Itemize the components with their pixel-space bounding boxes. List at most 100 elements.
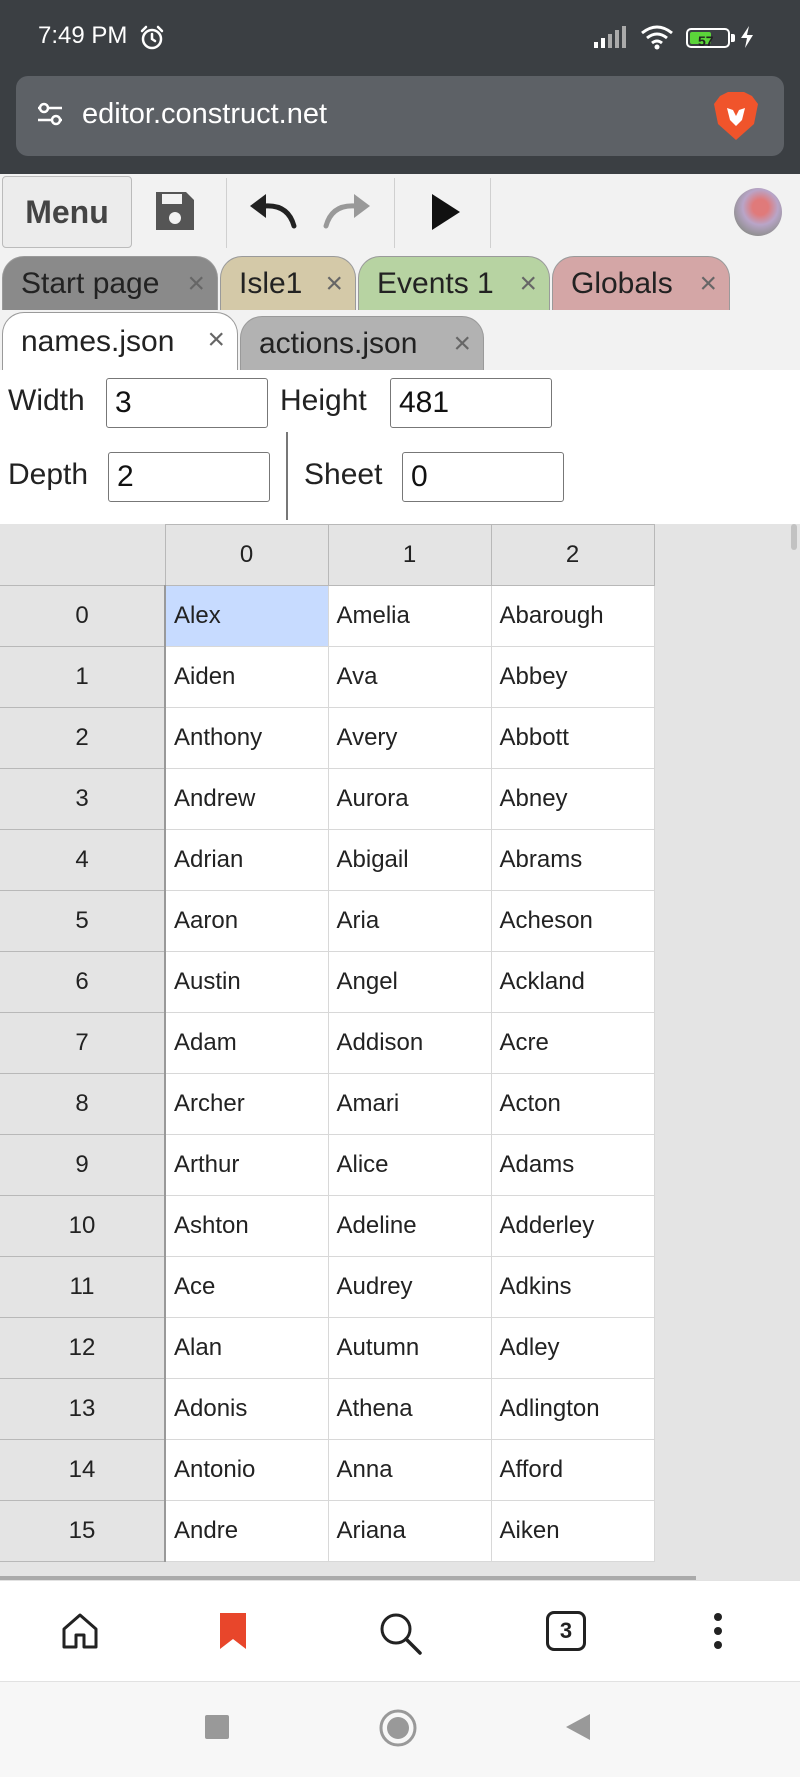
grid-cell[interactable]: Adlington bbox=[490, 1378, 655, 1440]
grid-cell[interactable]: Ackland bbox=[490, 951, 655, 1013]
grid-cell[interactable]: Archer bbox=[164, 1073, 329, 1135]
sheet-field[interactable] bbox=[402, 452, 564, 502]
close-icon[interactable]: × bbox=[699, 267, 717, 301]
grid-cell[interactable]: Adeline bbox=[327, 1195, 492, 1257]
address-bar[interactable]: editor.construct.net bbox=[16, 76, 784, 156]
grid-cell[interactable]: Aiken bbox=[490, 1500, 655, 1562]
grid-cell[interactable]: Afford bbox=[490, 1439, 655, 1501]
column-header[interactable]: 2 bbox=[490, 524, 655, 586]
grid-cell[interactable]: Acton bbox=[490, 1073, 655, 1135]
grid-cell[interactable]: Abarough bbox=[490, 585, 655, 647]
grid-cell[interactable]: Adley bbox=[490, 1317, 655, 1379]
grid-cell[interactable]: Andre bbox=[164, 1500, 329, 1562]
avatar[interactable] bbox=[734, 188, 782, 236]
grid-cell[interactable]: Abrams bbox=[490, 829, 655, 891]
grid-cell[interactable]: Aurora bbox=[327, 768, 492, 830]
grid-cell[interactable]: Ava bbox=[327, 646, 492, 708]
row-header[interactable]: 14 bbox=[0, 1439, 166, 1501]
grid-cell[interactable]: Austin bbox=[164, 951, 329, 1013]
grid-cell[interactable]: Adonis bbox=[164, 1378, 329, 1440]
tab-actions-json[interactable]: actions.json × bbox=[240, 316, 484, 370]
close-icon[interactable]: × bbox=[325, 267, 343, 301]
home-icon[interactable] bbox=[60, 1611, 100, 1656]
row-header[interactable]: 8 bbox=[0, 1073, 166, 1135]
depth-field[interactable] bbox=[108, 452, 270, 502]
menu-button[interactable]: Menu bbox=[2, 176, 132, 248]
tabs-icon[interactable]: 3 bbox=[546, 1611, 586, 1651]
search-icon[interactable] bbox=[378, 1611, 422, 1660]
row-header[interactable]: 0 bbox=[0, 585, 166, 647]
grid-cell[interactable]: Abbey bbox=[490, 646, 655, 708]
close-icon[interactable]: × bbox=[207, 323, 225, 357]
row-header[interactable]: 12 bbox=[0, 1317, 166, 1379]
grid-cell[interactable]: Abbott bbox=[490, 707, 655, 769]
row-header[interactable]: 2 bbox=[0, 707, 166, 769]
back-icon[interactable] bbox=[564, 1712, 592, 1747]
tab-events-1[interactable]: Events 1 × bbox=[358, 256, 550, 310]
array-grid-area[interactable]: 0 1 2 0 Alex Amelia Abarough 1 Aiden Ava Abbey 2… bbox=[0, 524, 800, 1580]
row-header[interactable]: 15 bbox=[0, 1500, 166, 1562]
grid-cell[interactable]: Adam bbox=[164, 1012, 329, 1074]
row-header[interactable]: 6 bbox=[0, 951, 166, 1013]
column-header[interactable]: 0 bbox=[164, 524, 329, 586]
grid-cell[interactable]: Abney bbox=[490, 768, 655, 830]
grid-cell[interactable]: Alex bbox=[164, 585, 329, 647]
tab-isle1[interactable]: Isle1 × bbox=[220, 256, 356, 310]
grid-cell[interactable]: Ashton bbox=[164, 1195, 329, 1257]
grid-cell[interactable]: Ariana bbox=[327, 1500, 492, 1562]
recents-icon[interactable] bbox=[204, 1714, 230, 1745]
grid-cell[interactable]: Avery bbox=[327, 707, 492, 769]
tab-names-json[interactable]: names.json × bbox=[2, 312, 238, 370]
row-header[interactable]: 4 bbox=[0, 829, 166, 891]
grid-cell[interactable]: Autumn bbox=[327, 1317, 492, 1379]
grid-cell[interactable]: Audrey bbox=[327, 1256, 492, 1318]
tab-start-page[interactable]: Start page × bbox=[2, 256, 218, 310]
row-header[interactable]: 9 bbox=[0, 1134, 166, 1196]
play-icon[interactable] bbox=[428, 192, 462, 237]
home-circle-icon[interactable] bbox=[378, 1708, 418, 1753]
more-icon[interactable] bbox=[710, 1611, 726, 1656]
grid-cell[interactable]: Amelia bbox=[327, 585, 492, 647]
height-field[interactable] bbox=[390, 378, 552, 428]
close-icon[interactable]: × bbox=[187, 267, 205, 301]
grid-cell[interactable]: Adderley bbox=[490, 1195, 655, 1257]
brave-icon[interactable] bbox=[712, 90, 760, 147]
grid-cell[interactable]: Abigail bbox=[327, 829, 492, 891]
grid-cell[interactable]: Amari bbox=[327, 1073, 492, 1135]
grid-cell[interactable]: Antonio bbox=[164, 1439, 329, 1501]
width-field[interactable] bbox=[106, 378, 268, 428]
row-header[interactable]: 10 bbox=[0, 1195, 166, 1257]
close-icon[interactable]: × bbox=[453, 327, 471, 361]
row-header[interactable]: 3 bbox=[0, 768, 166, 830]
row-header[interactable]: 13 bbox=[0, 1378, 166, 1440]
grid-cell[interactable]: Anna bbox=[327, 1439, 492, 1501]
grid-cell[interactable]: Acheson bbox=[490, 890, 655, 952]
grid-cell[interactable]: Andrew bbox=[164, 768, 329, 830]
bookmark-icon[interactable] bbox=[218, 1611, 248, 1656]
tab-globals[interactable]: Globals × bbox=[552, 256, 730, 310]
grid-cell[interactable]: Alice bbox=[327, 1134, 492, 1196]
vertical-scrollbar[interactable] bbox=[791, 524, 797, 550]
url-text[interactable]: editor.construct.net bbox=[82, 98, 327, 131]
grid-cell[interactable]: Aria bbox=[327, 890, 492, 952]
row-header[interactable]: 1 bbox=[0, 646, 166, 708]
column-header[interactable]: 1 bbox=[327, 524, 492, 586]
grid-cell[interactable]: Aiden bbox=[164, 646, 329, 708]
row-header[interactable]: 7 bbox=[0, 1012, 166, 1074]
row-header[interactable]: 5 bbox=[0, 890, 166, 952]
grid-cell[interactable]: Ace bbox=[164, 1256, 329, 1318]
close-icon[interactable]: × bbox=[519, 267, 537, 301]
grid-cell[interactable]: Adkins bbox=[490, 1256, 655, 1318]
site-settings-icon[interactable] bbox=[34, 98, 66, 135]
grid-cell[interactable]: Addison bbox=[327, 1012, 492, 1074]
grid-cell[interactable]: Athena bbox=[327, 1378, 492, 1440]
grid-cell[interactable]: Arthur bbox=[164, 1134, 329, 1196]
redo-icon[interactable] bbox=[322, 192, 372, 235]
undo-icon[interactable] bbox=[248, 192, 298, 235]
save-icon[interactable] bbox=[154, 190, 196, 237]
row-header[interactable]: 11 bbox=[0, 1256, 166, 1318]
grid-cell[interactable]: Adams bbox=[490, 1134, 655, 1196]
grid-cell[interactable]: Aaron bbox=[164, 890, 329, 952]
grid-cell[interactable]: Adrian bbox=[164, 829, 329, 891]
grid-cell[interactable]: Alan bbox=[164, 1317, 329, 1379]
